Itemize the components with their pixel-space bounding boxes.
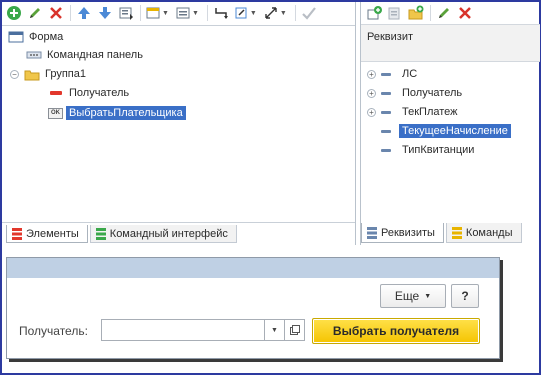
tree-item-group[interactable]: − Группа1 [10,65,89,83]
tab-label: Команды [465,226,513,239]
elements-tree: Форма Командная панель − Группа1 Получат… [2,25,355,223]
tab-label: Командный интерфейс [109,227,228,240]
add-icon[interactable] [5,4,23,22]
recipient-input[interactable] [101,319,265,341]
attributes-tabs: Реквизиты Команды [361,223,524,245]
form-icon [8,31,24,43]
attribute-row[interactable]: + ЛС [367,65,420,83]
expand-icon[interactable]: + [367,88,376,98]
delete-icon[interactable] [456,4,474,22]
elements-icon [12,227,22,240]
connector-icon[interactable] [212,4,230,22]
check-icon[interactable] [300,4,318,22]
attribute-row[interactable]: + Получатель [367,84,465,102]
column-header-label: Реквизит [367,31,413,43]
chevron-down-icon: ▼ [249,9,257,17]
toolbar-divider [140,5,141,21]
tab-label: Элементы [26,227,79,240]
chevron-down-icon: ▼ [271,326,278,334]
attribute-label: ТекПлатеж [402,106,458,118]
toolbar-divider [294,5,296,21]
chevron-down-icon: ▼ [424,292,432,300]
elements-panel: ▼ ▼ ▼ ▼ Форма Командная панель − Группа1… [2,2,356,245]
attribute-label: Получатель [402,87,463,99]
move-down-icon[interactable] [96,4,114,22]
chevron-down-icon: ▼ [279,9,287,17]
command-bar-icon [26,51,42,59]
attributes-toolbar [361,2,477,24]
toolbar-divider [430,5,431,21]
toolbar-divider [70,5,71,21]
stretch-dropdown[interactable]: ▼ [263,5,287,21]
add-attribute-icon[interactable] [365,4,383,22]
tree-item-label: ВыбратьПлательщика [66,106,186,120]
tree-item-field[interactable]: Получатель [48,84,132,102]
chevron-down-icon: ▼ [191,9,199,17]
help-button[interactable]: ? [451,284,479,308]
attributes-column-header: Реквизит [361,24,540,62]
tab-label: Реквизиты [381,226,435,239]
command-interface-icon [95,227,106,240]
recipient-open-button[interactable] [285,319,305,341]
attribute-label: ЛС [402,68,418,80]
tree-item-label: Командная панель [47,49,143,61]
attribute-row[interactable]: + ТекПлатеж [367,103,461,121]
field-icon [50,91,62,95]
edit-icon[interactable] [435,4,453,22]
tree-item-label: Группа1 [45,68,86,80]
attribute-label: ТекущееНачисление [399,124,511,138]
recipient-dropdown-button[interactable]: ▼ [265,319,285,341]
tree-item-label: Получатель [69,87,130,99]
add-folder-icon[interactable] [407,4,425,22]
resize-dropdown[interactable]: ▼ [233,5,257,21]
tree-item-button[interactable]: OK ВыбратьПлательщика [48,104,186,122]
toolbar-divider [206,5,208,21]
attribute-label: ТипКвитанции [402,144,475,156]
attributes-icon [367,226,377,239]
layout-dropdown[interactable]: ▼ [145,5,169,21]
expand-icon[interactable]: + [367,107,376,117]
tab-elements[interactable]: Элементы [6,225,88,243]
select-recipient-label: Выбрать получателя [332,324,460,338]
form-preview: Еще ▼ ? Получатель: ▼ Выбрать получателя [6,257,500,359]
tree-item-form[interactable]: Форма [8,28,66,46]
tab-command-interface[interactable]: Командный интерфейс [89,225,237,243]
add-column-icon[interactable] [386,4,404,22]
attribute-icon [381,72,391,76]
collapse-icon[interactable]: − [10,69,19,79]
chevron-down-icon: ▼ [162,9,169,17]
attributes-panel: Реквизит + ЛС + Получатель + ТекПлатеж Т… [360,2,540,245]
folder-icon [24,70,40,80]
move-up-icon[interactable] [75,4,93,22]
tab-attributes[interactable]: Реквизиты [361,223,444,243]
edit-icon[interactable] [26,4,44,22]
attribute-row[interactable]: ТипКвитанции [381,141,477,159]
more-button[interactable]: Еще ▼ [380,284,446,308]
preview-titlebar [7,258,499,278]
delete-icon[interactable] [47,4,65,22]
attributes-list: + ЛС + Получатель + ТекПлатеж ТекущееНач… [361,63,540,223]
attribute-icon [381,91,391,95]
attribute-row[interactable]: ТекущееНачисление [381,122,511,140]
tree-item-label: Форма [29,31,64,43]
tree-item-command-bar[interactable]: Командная панель [26,46,146,64]
open-window-icon [289,325,300,335]
elements-tabs: Элементы Командный интерфейс [6,225,239,245]
commands-icon [451,226,462,239]
attribute-icon [381,148,391,152]
select-recipient-button[interactable]: Выбрать получателя [312,318,480,344]
form-view-icon[interactable] [117,4,135,22]
button-icon: OK [48,107,63,119]
elements-toolbar: ▼ ▼ ▼ ▼ [2,2,321,24]
group-dropdown[interactable]: ▼ [175,5,199,21]
expand-icon[interactable]: + [367,69,376,79]
more-button-label: Еще [394,289,420,303]
attribute-icon [381,110,391,114]
help-button-label: ? [461,289,469,303]
attribute-icon [381,129,391,133]
tab-commands[interactable]: Команды [445,223,522,243]
recipient-field-label: Получатель: [19,324,88,338]
